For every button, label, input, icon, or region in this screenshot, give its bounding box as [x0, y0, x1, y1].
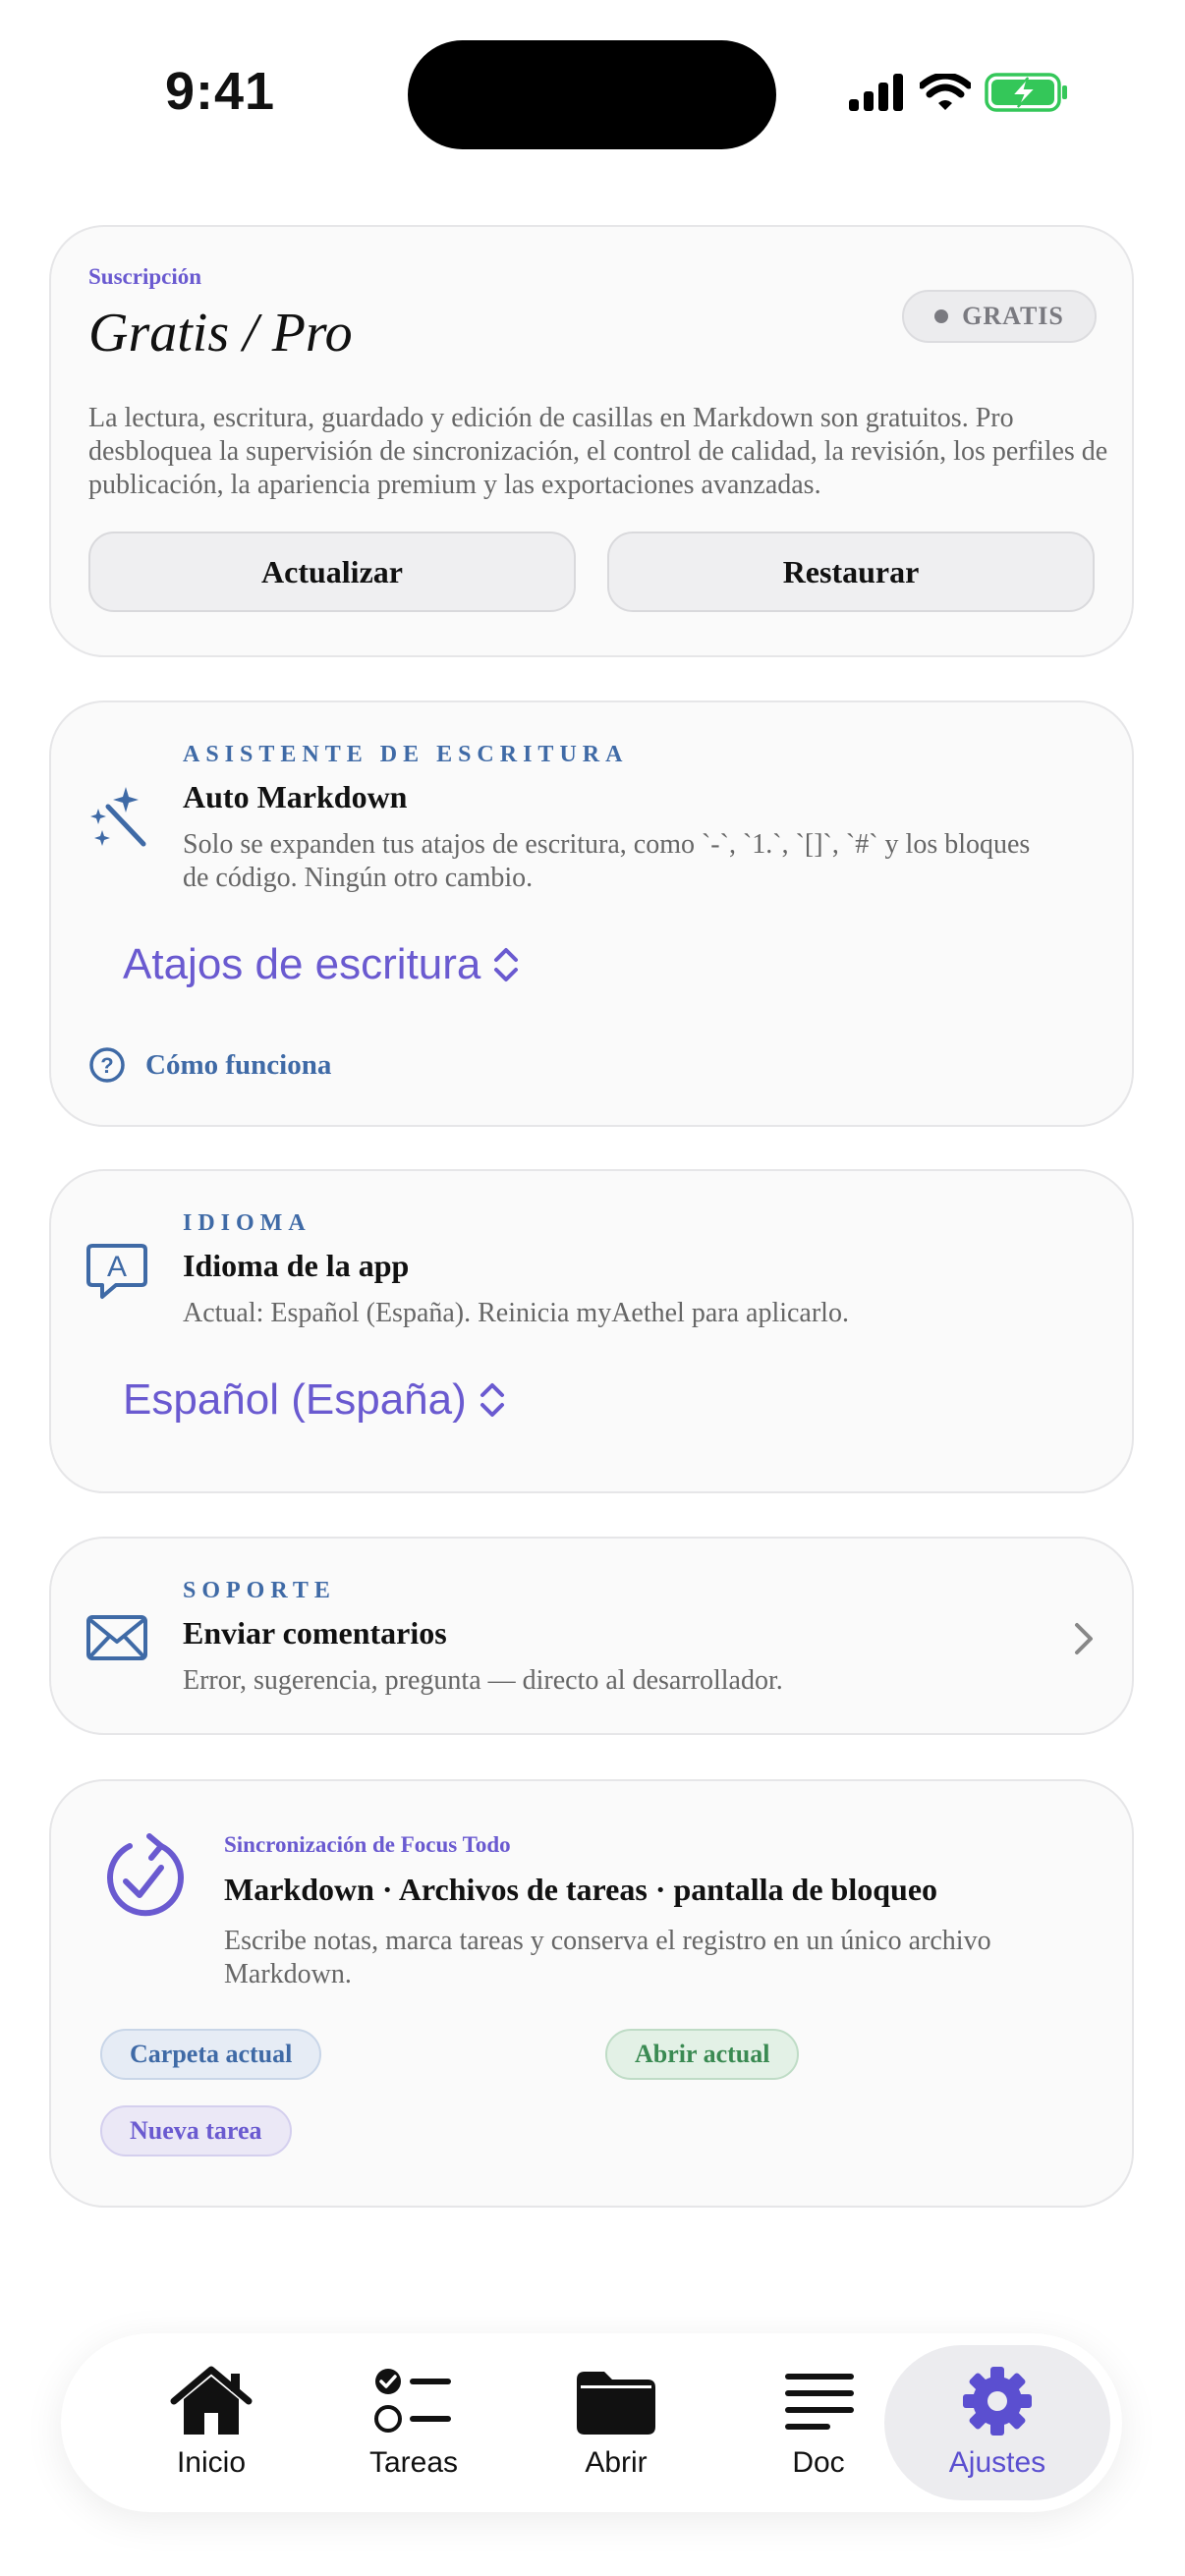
language-eyebrow: IDIOMA — [183, 1210, 311, 1236]
folder-icon — [577, 2372, 655, 2435]
chevron-up-down-icon — [480, 1383, 504, 1417]
language-description: Actual: Español (España). Reinicia myAet… — [183, 1298, 849, 1328]
tab-doc-label: Doc — [792, 2446, 845, 2479]
restore-button[interactable]: Restaurar — [607, 532, 1095, 612]
plan-status-badge: GRATIS — [902, 290, 1097, 343]
subscription-title: Gratis / Pro — [88, 303, 353, 364]
magic-wand-icon — [90, 787, 146, 847]
language-card: A IDIOMA Idioma de la app Actual: Españo… — [49, 1169, 1134, 1493]
upgrade-button[interactable]: Actualizar — [88, 532, 576, 612]
cellular-signal-icon — [849, 74, 903, 111]
plan-status-label: GRATIS — [962, 302, 1064, 330]
wifi-icon — [920, 74, 971, 110]
checklist-icon — [374, 2369, 451, 2433]
focus-sync-eyebrow: Sincronización de Focus Todo — [224, 1832, 511, 1857]
house-icon — [170, 2366, 253, 2435]
battery-charging-icon — [985, 73, 1067, 112]
tab-inicio[interactable]: Inicio — [110, 2345, 312, 2500]
support-title: Enviar comentarios — [183, 1615, 447, 1651]
sync-check-icon — [107, 1833, 184, 1917]
writing-assistant-eyebrow: ASISTENTE DE ESCRITURA — [183, 742, 629, 767]
tab-ajustes-label: Ajustes — [948, 2446, 1046, 2479]
status-icons — [847, 73, 1069, 112]
svg-text:A: A — [107, 1251, 127, 1283]
translate-bubble-icon: A — [86, 1244, 147, 1299]
how-it-works-link[interactable]: ? Cómo funciona — [88, 1046, 331, 1084]
focus-todo-sync-card: Sincronización de Focus Todo Markdown · … — [49, 1779, 1134, 2208]
status-dot-icon — [934, 309, 949, 323]
svg-text:?: ? — [100, 1053, 113, 1078]
status-time: 9:41 — [165, 62, 276, 121]
language-title: Idioma de la app — [183, 1248, 410, 1283]
writing-assistant-title: Auto Markdown — [183, 779, 408, 814]
support-eyebrow: SOPORTE — [183, 1578, 336, 1603]
writing-shortcuts-picker-value: Atajos de escritura — [123, 940, 481, 988]
tab-abrir[interactable]: Abrir — [515, 2345, 717, 2500]
writing-assistant-card: ASISTENTE DE ESCRITURA Auto Markdown Sol… — [49, 700, 1134, 1127]
text-lines-icon — [785, 2374, 854, 2430]
writing-shortcuts-picker[interactable]: Atajos de escritura — [123, 940, 520, 989]
subscription-description: La lectura, escritura, guardado y edició… — [88, 403, 1108, 500]
dynamic-island — [408, 40, 776, 149]
support-card[interactable]: SOPORTE Enviar comentarios Error, sugere… — [49, 1537, 1134, 1735]
new-task-chip[interactable]: Nueva tarea — [100, 2105, 292, 2156]
tab-inicio-label: Inicio — [176, 2446, 247, 2479]
subscription-eyebrow: Suscripción — [88, 264, 202, 289]
tab-tareas-label: Tareas — [368, 2446, 459, 2479]
chevron-up-down-icon — [494, 948, 519, 981]
current-folder-chip[interactable]: Carpeta actual — [100, 2029, 322, 2080]
envelope-icon — [86, 1615, 147, 1660]
tab-ajustes[interactable]: Ajustes — [884, 2345, 1110, 2500]
how-it-works-label: Cómo funciona — [145, 1048, 332, 1081]
chevron-right-icon — [1075, 1623, 1093, 1654]
gear-icon — [963, 2367, 1032, 2436]
language-picker-value: Español (España) — [123, 1375, 467, 1424]
writing-assistant-description: Solo se expanden tus atajos de escritura… — [183, 829, 1031, 893]
tab-bar: Inicio Tareas Abrir Doc Ajustes — [61, 2333, 1122, 2512]
subscription-card: Suscripción Gratis / Pro GRATIS La lectu… — [49, 225, 1134, 657]
tab-tareas[interactable]: Tareas — [312, 2345, 515, 2500]
focus-sync-title: Markdown · Archivos de tareas · pantalla… — [224, 1872, 938, 1907]
focus-sync-description: Escribe notas, marca tareas y conserva e… — [224, 1926, 991, 1989]
language-picker[interactable]: Español (España) — [123, 1375, 506, 1425]
support-description: Error, sugerencia, pregunta — directo al… — [183, 1665, 783, 1696]
question-circle-icon: ? — [89, 1047, 125, 1083]
tab-abrir-label: Abrir — [585, 2446, 648, 2479]
open-current-chip[interactable]: Abrir actual — [605, 2029, 800, 2080]
